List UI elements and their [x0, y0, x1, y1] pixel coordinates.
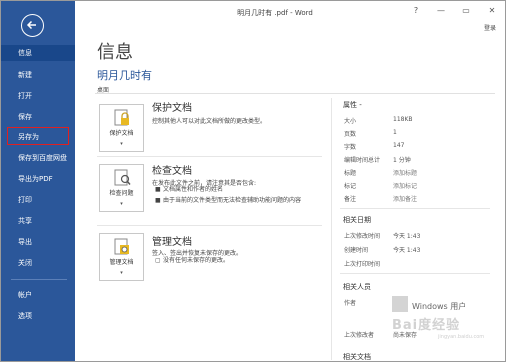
add-title-field[interactable]: 添加标题 [393, 168, 417, 177]
help-icon[interactable]: ? [410, 6, 422, 15]
back-arrow-icon[interactable] [21, 14, 44, 37]
nav-account[interactable]: 帐户 [1, 287, 75, 303]
section-divider [97, 156, 322, 157]
dates-header: 相关日期 [343, 216, 371, 224]
versions-desc: 签入、签出并恢复未保存的更改。 [152, 250, 243, 257]
property-value: 1 分钟 [393, 157, 411, 164]
baidu-watermark: Bai度经验 [392, 318, 461, 333]
minimize-icon[interactable]: — [435, 6, 447, 15]
document-name: 明月几时有 [97, 69, 152, 82]
nav-save-to-baidu[interactable]: 保存到百度网盘 [1, 150, 75, 166]
add-comments-field[interactable]: 添加备注 [393, 194, 417, 203]
bullet-icon: ■ [155, 186, 161, 193]
manage-document-label: 管理文档 [109, 259, 134, 266]
chevron-down-icon: ▾ [120, 141, 123, 147]
property-key: 页数 [344, 131, 357, 138]
lock-icon [114, 109, 129, 126]
property-key: 大小 [344, 118, 357, 125]
date-key: 上次修改时间 [344, 233, 381, 240]
versions-title: 管理文档 [152, 237, 192, 248]
manage-document-icon [114, 238, 129, 255]
nav-info[interactable]: 信息 [1, 45, 75, 61]
inspect-document-icon [114, 169, 131, 186]
nav-options[interactable]: 选项 [1, 308, 75, 324]
window-title: 明月几时有 .pdf - Word [237, 9, 313, 17]
nav-close[interactable]: 关闭 [1, 255, 75, 271]
manage-document-button[interactable]: 管理文档 ▾ [99, 233, 144, 281]
document-icon: ▢ [155, 257, 161, 264]
chevron-down-icon: ▾ [120, 201, 123, 207]
modified-by-label: 上次修改者 [344, 332, 375, 339]
sign-in-link[interactable]: 登录 [484, 23, 496, 32]
nav-save[interactable]: 保存 [1, 109, 75, 125]
property-value: 118KB [393, 116, 413, 123]
nav-open[interactable]: 打开 [1, 88, 75, 104]
check-issues-button[interactable]: 检查问题 ▾ [99, 164, 144, 212]
page-title: 信息 [97, 42, 133, 63]
property-value: 1 [393, 129, 397, 136]
protect-document-button[interactable]: 保护文档 ▾ [99, 104, 144, 152]
author-name[interactable]: Windows 用户 [412, 301, 466, 312]
date-key: 创建时间 [344, 247, 369, 254]
inspect-title: 检查文档 [152, 166, 192, 177]
close-icon[interactable]: ✕ [486, 6, 498, 15]
properties-divider [340, 273, 490, 274]
backstage-sidebar: 信息 新建 打开 保存 另存为 保存到百度网盘 导出为PDF 打印 共享 导出 … [1, 1, 75, 361]
check-issues-label: 检查问题 [109, 190, 134, 197]
protect-desc: 控制其他人可以对此文档所做的更改类型。 [152, 118, 267, 125]
properties-header[interactable]: 属性 - [343, 100, 362, 110]
protect-button-label: 保护文档 [109, 130, 134, 137]
related-docs-header: 相关文档 [343, 353, 371, 361]
avatar [392, 296, 408, 312]
section-divider [97, 225, 322, 226]
inspect-bullet: ■ 文档属性和作者的姓名 [155, 186, 224, 193]
property-value: 147 [393, 142, 405, 149]
property-key: 字数 [344, 144, 357, 151]
chevron-down-icon: ▾ [120, 270, 123, 276]
nav-new[interactable]: 新建 [1, 67, 75, 83]
property-key: 标记 [344, 183, 357, 190]
versions-note: ▢ 没有任何未保存的更改。 [155, 257, 230, 264]
nav-export[interactable]: 导出 [1, 234, 75, 250]
annotation-highlight-box [7, 127, 69, 145]
restore-icon[interactable]: ▭ [460, 6, 472, 15]
property-key: 编辑时间总计 [344, 157, 381, 164]
nav-print[interactable]: 打印 [1, 192, 75, 208]
bullet-icon: ■ [155, 197, 161, 204]
header-divider [95, 93, 495, 94]
date-value: 今天 1:43 [393, 233, 421, 240]
protect-title: 保护文档 [152, 103, 192, 114]
date-value: 今天 1:43 [393, 247, 421, 254]
inspect-bullet: ■ 由于当前的文件类型而无法检查辅助功能问题的内容 [155, 197, 302, 204]
properties-divider [331, 98, 332, 360]
author-label: 作者 [344, 300, 357, 307]
properties-divider [340, 208, 490, 209]
add-tags-field[interactable]: 添加标记 [393, 181, 417, 190]
watermark-url: jingyan.baidu.com [438, 334, 485, 340]
nav-divider [11, 279, 67, 280]
property-key: 备注 [344, 196, 357, 203]
nav-share[interactable]: 共享 [1, 213, 75, 229]
people-header: 相关人员 [343, 283, 371, 291]
nav-export-pdf[interactable]: 导出为PDF [1, 171, 75, 187]
date-key: 上次打印时间 [344, 261, 381, 268]
property-key: 标题 [344, 170, 357, 177]
